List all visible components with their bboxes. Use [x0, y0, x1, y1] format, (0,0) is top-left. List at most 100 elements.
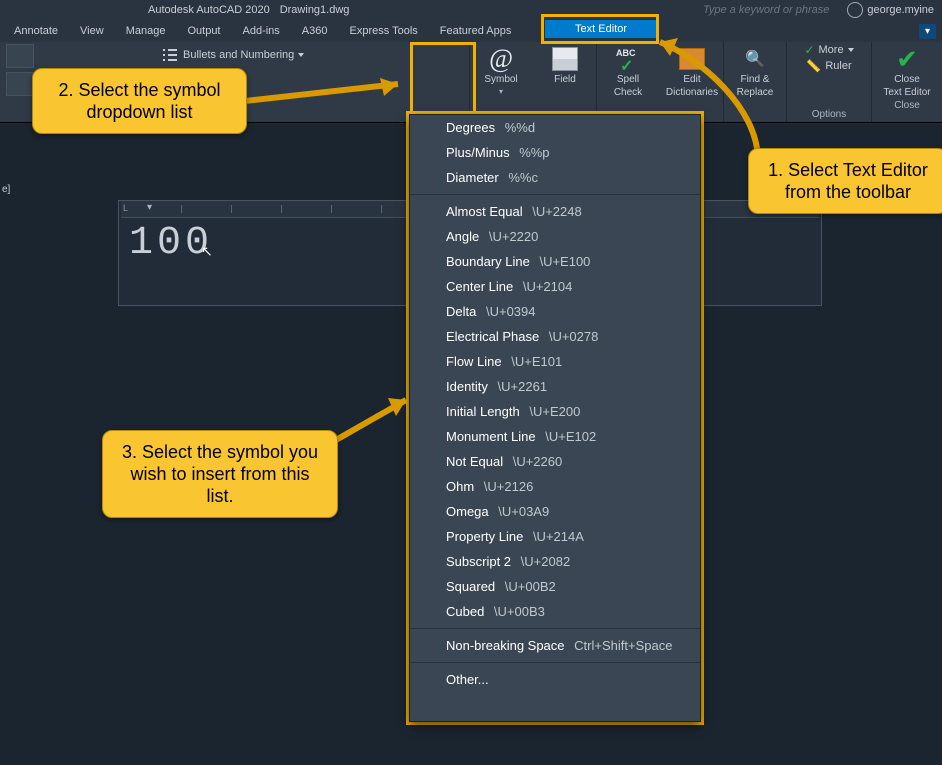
indent-marker-icon[interactable]: ▾: [147, 202, 152, 213]
options-panel-title: Options: [808, 107, 850, 122]
symbol-item-label: Almost Equal: [446, 204, 523, 219]
symbol-item-plus-minus[interactable]: Plus/Minus %%p: [410, 140, 700, 165]
ruler-label: Ruler: [825, 60, 851, 72]
title-bar: Autodesk AutoCAD 2020 Drawing1.dwg Type …: [0, 0, 942, 21]
ruler-toggle[interactable]: 📏 Ruler: [800, 58, 857, 74]
find-replace-button[interactable]: 🔍 Find & Replace: [724, 42, 786, 98]
ribbon-tab-output[interactable]: Output: [179, 22, 228, 40]
close-panel: ✔ Close Text Editor Close: [872, 42, 942, 122]
symbol-item-label: Non-breaking Space: [446, 638, 565, 653]
symbol-item-angle[interactable]: Angle \U+2220: [410, 224, 700, 249]
find-icon: 🔍: [744, 49, 766, 69]
ribbon-tab-featured-apps[interactable]: Featured Apps: [432, 22, 520, 40]
symbol-item-subscript-2[interactable]: Subscript 2 \U+2082: [410, 549, 700, 574]
symbol-item-property-line[interactable]: Property Line \U+214A: [410, 524, 700, 549]
symbol-item-code: \U+2261: [494, 379, 547, 394]
symbol-item-flow-line[interactable]: Flow Line \U+E101: [410, 349, 700, 374]
cursor-icon: ↖: [201, 243, 213, 260]
bullets-icon: [163, 48, 177, 62]
panel-overflow-dropdown[interactable]: ▾: [919, 24, 936, 39]
user-account[interactable]: george.myine: [847, 2, 934, 18]
symbol-item-not-equal[interactable]: Not Equal \U+2260: [410, 449, 700, 474]
menu-separator: [410, 628, 700, 629]
symbol-item-code: \U+0278: [545, 329, 598, 344]
symbol-item-label: Ohm: [446, 479, 474, 494]
symbol-item-label: Diameter: [446, 170, 499, 185]
ribbon-tab-manage[interactable]: Manage: [118, 22, 174, 40]
symbol-item-code: \U+2126: [480, 479, 533, 494]
ruler-start: L: [123, 203, 128, 213]
symbol-item-label: Property Line: [446, 529, 523, 544]
callout-1: 1. Select Text Editor from the toolbar: [748, 148, 942, 214]
symbol-dropdown-menu: Degrees %%dPlus/Minus %%pDiameter %%cAlm…: [409, 114, 701, 722]
symbol-item-code: \U+2082: [517, 554, 570, 569]
callout-3: 3. Select the symbol you wish to insert …: [102, 430, 338, 518]
more-dropdown[interactable]: ✓ More: [798, 42, 859, 58]
symbol-item-code: %%d: [501, 120, 535, 135]
symbol-item-ohm[interactable]: Ohm \U+2126: [410, 474, 700, 499]
ribbon-tab-annotate[interactable]: Annotate: [6, 22, 66, 40]
close-l2: Text Editor: [883, 87, 930, 98]
field-label: Field: [554, 74, 576, 85]
field-button[interactable]: Field ▾: [534, 42, 596, 96]
symbol-item-code: \U+214A: [529, 529, 584, 544]
symbol-item-omega[interactable]: Omega \U+03A9: [410, 499, 700, 524]
symbol-item-code: \U+2220: [485, 229, 538, 244]
symbol-item-code: \U+E200: [526, 404, 581, 419]
text-align-button-2[interactable]: [6, 72, 34, 96]
callout-2: 2. Select the symbol dropdown list: [32, 68, 247, 134]
options-panel: ✓ More 📏 Ruler Options: [787, 42, 871, 122]
symbol-item-code: %%c: [505, 170, 538, 185]
document-name: Drawing1.dwg: [280, 4, 350, 16]
menu-separator: [410, 662, 700, 663]
symbol-item-label: Center Line: [446, 279, 513, 294]
bullets-numbering-dropdown[interactable]: Bullets and Numbering: [159, 46, 310, 64]
edit-dictionaries-button[interactable]: Edit Dictionaries: [661, 42, 723, 98]
command-line-fragment: e]: [2, 184, 10, 195]
ribbon-tab-a360[interactable]: A360: [294, 22, 336, 40]
symbol-item-delta[interactable]: Delta \U+0394: [410, 299, 700, 324]
symbol-item-code: \U+2104: [519, 279, 572, 294]
at-icon: @: [489, 44, 513, 74]
symbol-item-almost-equal[interactable]: Almost Equal \U+2248: [410, 199, 700, 224]
symbol-item-label: Omega: [446, 504, 489, 519]
field-icon: [552, 47, 578, 71]
chevron-down-icon: ▾: [499, 87, 503, 96]
tab-text-editor[interactable]: Text Editor: [545, 20, 657, 38]
search-input[interactable]: Type a keyword or phrase: [359, 4, 837, 16]
text-align-button[interactable]: [6, 44, 34, 68]
ribbon-tab-express-tools[interactable]: Express Tools: [342, 22, 426, 40]
symbol-item-code: %%p: [516, 145, 550, 160]
close-panel-title: Close: [890, 98, 924, 113]
symbol-item-degrees[interactable]: Degrees %%d: [410, 115, 700, 140]
symbol-item-code: \U+E102: [542, 429, 597, 444]
symbol-item-center-line[interactable]: Center Line \U+2104: [410, 274, 700, 299]
ribbon-tabs: Annotate View Manage Output Add-ins A360 Expre…: [0, 20, 942, 43]
symbol-dropdown[interactable]: @ Symbol ▾: [470, 42, 532, 96]
dict-l1: Edit: [683, 74, 700, 85]
symbol-item-monument-line[interactable]: Monument Line \U+E102: [410, 424, 700, 449]
spell-check-button[interactable]: Spell Check: [597, 42, 659, 98]
symbol-item-diameter[interactable]: Diameter %%c: [410, 165, 700, 190]
symbol-item-label: Cubed: [446, 604, 484, 619]
symbol-item-label: Degrees: [446, 120, 495, 135]
symbol-item-code: \U+2248: [529, 204, 582, 219]
ribbon-tab-view[interactable]: View: [72, 22, 112, 40]
symbol-item-identity[interactable]: Identity \U+2261: [410, 374, 700, 399]
symbol-label: Symbol: [484, 74, 517, 85]
ribbon-tab-add-ins[interactable]: Add-ins: [235, 22, 288, 40]
symbol-item-initial-length[interactable]: Initial Length \U+E200: [410, 399, 700, 424]
close-text-editor-button[interactable]: ✔ Close Text Editor: [876, 42, 938, 98]
symbol-item-label: Flow Line: [446, 354, 502, 369]
more-label: More: [819, 44, 854, 56]
symbol-item-other-[interactable]: Other...: [410, 667, 700, 692]
spell-panel: Spell Check Edit Dictionaries: [597, 42, 723, 122]
symbol-item-squared[interactable]: Squared \U+00B2: [410, 574, 700, 599]
ruler-icon: 📏: [806, 59, 821, 73]
find-l2: Replace: [737, 87, 774, 98]
symbol-item-non-breaking-space[interactable]: Non-breaking Space Ctrl+Shift+Space: [410, 633, 700, 658]
user-name: george.myine: [867, 4, 934, 16]
symbol-item-electrical-phase[interactable]: Electrical Phase \U+0278: [410, 324, 700, 349]
symbol-item-boundary-line[interactable]: Boundary Line \U+E100: [410, 249, 700, 274]
symbol-item-cubed[interactable]: Cubed \U+00B3: [410, 599, 700, 624]
